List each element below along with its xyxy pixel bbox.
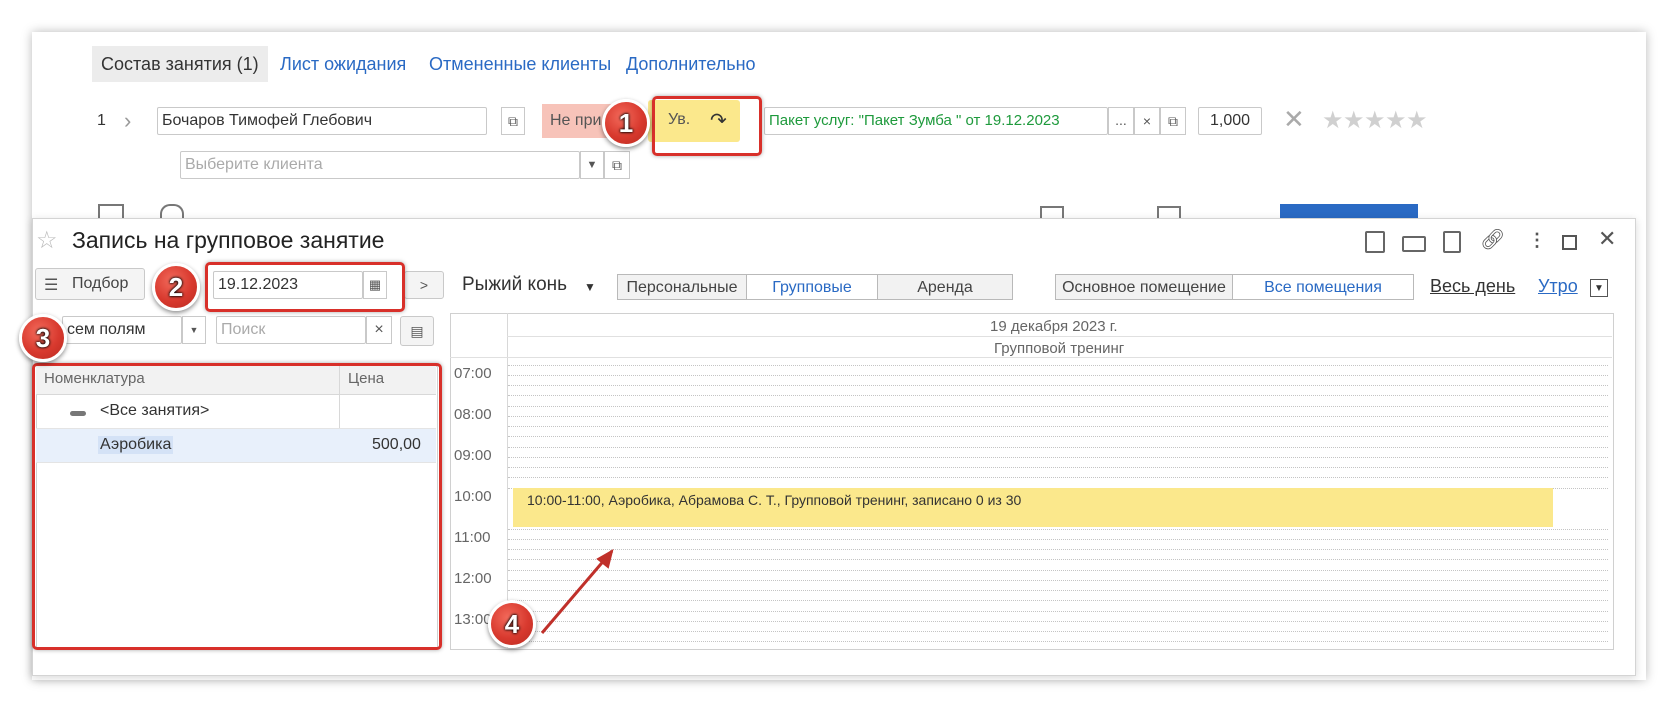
hour-label: 12:00 — [454, 570, 492, 587]
client-field[interactable]: Бочаров Тимофей Глебович — [157, 107, 487, 135]
grid-line — [508, 467, 1608, 468]
grid-line — [508, 457, 1608, 458]
grid-line — [508, 570, 1608, 571]
filter-personal[interactable]: Персональные — [617, 274, 747, 300]
list-icon: ☰ — [44, 277, 59, 294]
grid-line — [508, 611, 1608, 612]
dialog-title: Запись на групповое занятие — [72, 227, 385, 253]
star-icon[interactable]: ★ — [1385, 109, 1407, 133]
hour-label: 11:00 — [454, 529, 491, 546]
star-icon[interactable]: ★ — [1364, 109, 1386, 133]
grid-line — [508, 406, 1608, 407]
highlight-date-field — [205, 262, 405, 312]
grid-line — [508, 641, 1608, 642]
callout-badge-3: 3 — [19, 314, 67, 362]
row-number: 1 — [97, 112, 106, 129]
grid-line — [508, 539, 1608, 540]
grid-line — [508, 529, 1608, 530]
hour-label: 07:00 — [454, 365, 492, 382]
grid-line — [508, 375, 1608, 376]
advanced-search-icon[interactable]: ▤ — [400, 316, 434, 346]
schedule-category: Групповой тренинг — [994, 340, 1125, 357]
next-date-button[interactable]: > — [404, 271, 444, 299]
select-client-input[interactable]: Выберите клиента — [180, 151, 580, 179]
preview-icon[interactable] — [1443, 231, 1461, 253]
highlight-uv-button — [652, 96, 762, 156]
star-icon[interactable]: ★ — [1406, 109, 1428, 133]
link-icon[interactable]: 🔗︎ — [1480, 230, 1505, 250]
search-scope-field[interactable]: сем полям — [62, 316, 182, 344]
grid-line — [508, 436, 1608, 437]
hour-label: 13:00 — [454, 611, 492, 628]
package-more-button[interactable]: ... — [1108, 107, 1134, 135]
grid-line — [508, 365, 1608, 366]
grid-line — [508, 559, 1608, 560]
header-divider — [450, 357, 1612, 358]
tab-waiting-list[interactable]: Лист ожидания — [271, 46, 415, 82]
tab-additional[interactable]: Дополнительно — [617, 46, 765, 82]
callout-badge-4: 4 — [488, 600, 536, 648]
trainer-selector[interactable]: Рыжий конь — [462, 274, 567, 296]
grid-line — [508, 549, 1608, 550]
grid-line — [508, 385, 1608, 386]
chevron-down-icon[interactable]: ▼ — [1590, 279, 1608, 297]
grid-line — [508, 631, 1608, 632]
search-clear-button[interactable]: × — [366, 316, 392, 344]
morning-link[interactable]: Утро — [1538, 276, 1578, 297]
filter-main-room[interactable]: Основное помещение — [1055, 274, 1233, 300]
service-package-field[interactable]: Пакет услуг: "Пакет Зумба " от 19.12.202… — [764, 107, 1108, 135]
tab-composition[interactable]: Состав занятия (1) — [92, 46, 268, 82]
pointer-arrow-icon — [540, 548, 614, 634]
quantity-field[interactable]: 1,000 — [1198, 107, 1262, 135]
trainer-dropdown-icon[interactable]: ▼ — [584, 280, 596, 294]
grid-line — [508, 580, 1608, 581]
package-open-icon[interactable]: ⧉ — [1160, 107, 1186, 135]
chevron-down-icon[interactable]: ▼ — [182, 316, 206, 344]
open-client-icon[interactable]: ⧉ — [501, 107, 525, 135]
grid-line — [508, 416, 1608, 417]
grid-line — [508, 590, 1608, 591]
pick-label: Подбор — [72, 275, 129, 292]
time-column-divider — [507, 313, 508, 648]
grid-line — [508, 447, 1608, 448]
callout-badge-1: 1 — [602, 99, 650, 147]
callout-badge-2: 2 — [152, 263, 200, 311]
open-select-icon[interactable]: ⧉ — [604, 151, 630, 179]
hour-label: 09:00 — [454, 447, 492, 464]
hour-label: 10:00 — [454, 488, 492, 505]
highlight-catalog-table — [32, 363, 442, 650]
pick-button[interactable]: ☰ Подбор — [35, 268, 145, 300]
more-vertical-icon[interactable]: ⋮ — [1528, 230, 1546, 250]
grid-line — [508, 621, 1608, 622]
chevron-right-icon[interactable]: › — [124, 108, 131, 134]
grid-line — [508, 600, 1608, 601]
close-icon[interactable]: ✕ — [1598, 228, 1616, 250]
grid-line — [508, 426, 1608, 427]
favorite-star-icon[interactable]: ☆ — [36, 226, 58, 255]
print-icon[interactable] — [1402, 236, 1426, 252]
grid-line — [508, 395, 1608, 396]
schedule-date: 19 декабря 2023 г. — [990, 318, 1118, 335]
remove-client-icon[interactable]: ✕ — [1283, 104, 1305, 135]
filter-all-rooms[interactable]: Все помещения — [1232, 274, 1414, 300]
search-input[interactable]: Поиск — [216, 316, 366, 344]
star-icon[interactable]: ★ — [1322, 109, 1344, 133]
header-divider — [507, 336, 1612, 337]
hour-label: 08:00 — [454, 406, 492, 423]
schedule-event[interactable]: 10:00-11:00, Аэробика, Абрамова С. Т., Г… — [513, 488, 1553, 527]
tab-cancelled-clients[interactable]: Отмененные клиенты — [420, 46, 620, 82]
filter-rental[interactable]: Аренда — [877, 274, 1013, 300]
maximize-icon[interactable] — [1562, 235, 1577, 250]
chevron-down-icon[interactable]: ▼ — [580, 151, 604, 179]
package-clear-button[interactable]: × — [1134, 107, 1160, 135]
grid-line — [508, 477, 1608, 478]
filter-group[interactable]: Групповые — [746, 274, 878, 300]
save-icon[interactable] — [1365, 231, 1385, 253]
whole-day-link[interactable]: Весь день — [1430, 276, 1515, 297]
star-icon[interactable]: ★ — [1343, 109, 1365, 133]
